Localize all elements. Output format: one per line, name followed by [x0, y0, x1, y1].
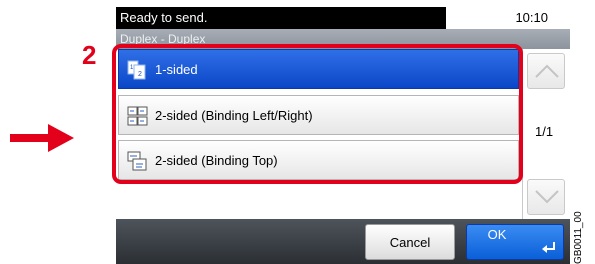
chevron-up-icon [535, 64, 559, 78]
ok-button[interactable]: OK [466, 224, 564, 260]
step-number: 2 [82, 40, 97, 70]
page-indicator: 1/1 [535, 124, 554, 139]
enter-icon [542, 242, 555, 253]
chevron-down-icon [535, 190, 559, 204]
ok-label: OK [487, 227, 507, 242]
bottom-bar: Cancel OK [116, 219, 570, 264]
cancel-button[interactable]: Cancel [365, 224, 455, 260]
scroll-column: 1/1 [522, 49, 570, 219]
figure-code-label: GB0011_00 [573, 211, 584, 264]
status-bar: Ready to send. 10:10 [116, 7, 570, 29]
status-message: Ready to send. [116, 7, 446, 29]
highlight-frame [112, 44, 523, 184]
figure-code: GB0011_00 [570, 210, 590, 264]
status-time: 10:10 [515, 10, 548, 25]
pointer-arrow-icon [10, 124, 74, 152]
scroll-up-button[interactable] [527, 53, 565, 89]
scroll-down-button[interactable] [527, 179, 565, 215]
